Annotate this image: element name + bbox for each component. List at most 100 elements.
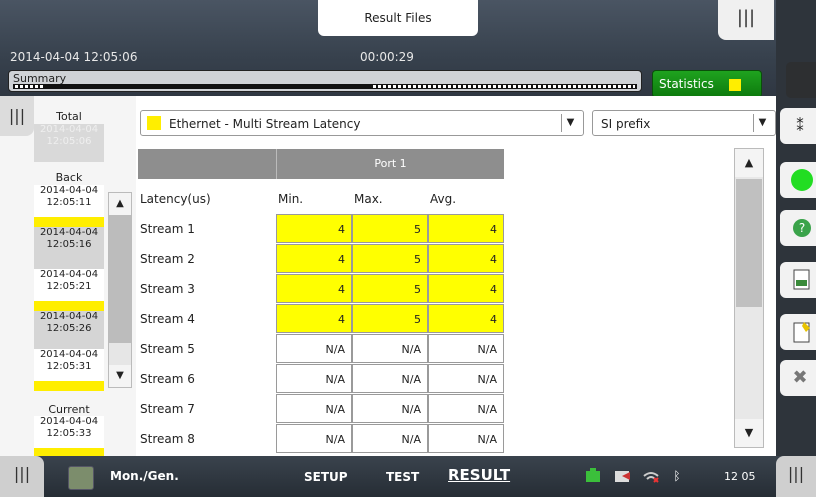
stream-name: Stream 8 bbox=[140, 432, 195, 446]
results-panel: Ethernet - Multi Stream Latency ▼ SI pre… bbox=[136, 96, 776, 456]
entry-date: 2014-04-04 bbox=[39, 269, 99, 280]
total-time-entry[interactable]: 2014-04-04 12:05:06 bbox=[34, 124, 104, 162]
current-date: 2014-04-04 bbox=[39, 416, 99, 427]
current-time: 12:05:33 bbox=[46, 428, 92, 439]
table-row: Stream 4 454 bbox=[138, 304, 728, 334]
report-icon bbox=[793, 269, 810, 290]
scroll-thumb[interactable] bbox=[736, 179, 762, 307]
status-led-icon bbox=[791, 169, 813, 191]
table-row: Stream 8 N/A N/A N/A bbox=[138, 424, 728, 454]
entry-marker bbox=[34, 217, 104, 227]
scroll-down-icon[interactable]: ▼ bbox=[735, 419, 763, 447]
scroll-up-icon[interactable]: ▲ bbox=[735, 149, 763, 177]
statistics-indicator-icon bbox=[729, 79, 741, 91]
back-label: Back bbox=[55, 171, 83, 184]
entry-date: 2014-04-04 bbox=[39, 311, 99, 322]
time-entry[interactable]: 2014-04-04 12:05:11 bbox=[34, 185, 104, 227]
mon-gen-icon[interactable] bbox=[68, 466, 94, 490]
table-row: Stream 3 454 bbox=[138, 274, 728, 304]
time-entry[interactable]: 2014-04-04 12:05:16 bbox=[34, 227, 104, 269]
table-row: Stream 5 N/A N/A N/A bbox=[138, 334, 728, 364]
results-scrollbar[interactable]: ▲ ▼ bbox=[734, 148, 764, 448]
test-type-value: Ethernet - Multi Stream Latency bbox=[169, 117, 361, 131]
cell-min: 4 bbox=[276, 304, 352, 333]
entry-date: 2014-04-04 bbox=[39, 227, 99, 238]
total-time: 12:05:06 bbox=[46, 136, 92, 147]
chevron-down-icon: ▼ bbox=[561, 114, 579, 132]
left-panel-grip-icon[interactable]: ||| bbox=[0, 96, 34, 136]
cell-avg: N/A bbox=[428, 424, 504, 453]
table-row: Stream 7 N/A N/A N/A bbox=[138, 394, 728, 424]
mon-gen-label[interactable]: Mon./Gen. bbox=[110, 469, 179, 483]
current-datetime: 2014-04-04 12:05:06 bbox=[10, 50, 138, 64]
panel-tab[interactable] bbox=[786, 62, 816, 98]
cell-avg: 4 bbox=[428, 244, 504, 273]
status-led-button[interactable] bbox=[780, 162, 816, 198]
stream-name: Stream 5 bbox=[140, 342, 195, 356]
cell-min: 4 bbox=[276, 244, 352, 273]
column-header-min: Min. bbox=[278, 192, 304, 206]
time-panel: ||| Total 2014-04-04 12:05:06 Back 2014-… bbox=[0, 96, 136, 456]
top-header: Result Files ||| 2014-04-04 12:05:06 00:… bbox=[0, 0, 776, 98]
total-date: 2014-04-04 bbox=[39, 124, 99, 135]
port-label: Port 1 bbox=[276, 149, 504, 179]
scroll-down-icon[interactable]: ▼ bbox=[109, 365, 131, 387]
prefix-select[interactable]: SI prefix ▼ bbox=[592, 110, 776, 136]
edit-report-icon bbox=[793, 322, 810, 343]
entry-marker bbox=[34, 381, 104, 391]
usb-icon bbox=[614, 468, 632, 484]
cell-avg: 4 bbox=[428, 304, 504, 333]
cell-max: 5 bbox=[352, 244, 428, 273]
summary-progress bbox=[13, 84, 637, 89]
nav-test[interactable]: TEST bbox=[386, 470, 419, 484]
help-button[interactable]: ? bbox=[780, 210, 816, 246]
traffic-light-button[interactable]: ⁑ bbox=[780, 108, 816, 144]
clock: 12 05 bbox=[724, 470, 756, 483]
cell-min: N/A bbox=[276, 424, 352, 453]
nav-result[interactable]: RESULT bbox=[448, 466, 510, 484]
cell-max: N/A bbox=[352, 334, 428, 363]
column-header-max: Max. bbox=[354, 192, 383, 206]
bottom-right-grip-icon[interactable]: ||| bbox=[776, 456, 816, 497]
summary-bar[interactable]: Summary bbox=[8, 70, 642, 92]
cell-max: N/A bbox=[352, 394, 428, 423]
cell-min: 4 bbox=[276, 214, 352, 243]
statistics-label: Statistics bbox=[659, 77, 714, 91]
time-entry[interactable]: 2014-04-04 12:05:21 bbox=[34, 269, 104, 311]
close-icon: ✖ bbox=[792, 367, 808, 388]
stream-name: Stream 3 bbox=[140, 282, 195, 296]
right-tool-panel: ⁑ ? ✖ bbox=[776, 0, 816, 456]
cell-avg: N/A bbox=[428, 334, 504, 363]
stream-name: Stream 6 bbox=[140, 372, 195, 386]
report-button[interactable] bbox=[780, 262, 816, 298]
test-type-select[interactable]: Ethernet - Multi Stream Latency ▼ bbox=[140, 110, 584, 136]
nav-setup[interactable]: SETUP bbox=[304, 470, 348, 484]
entry-marker bbox=[34, 448, 104, 456]
current-time-entry[interactable]: 2014-04-04 12:05:33 bbox=[34, 416, 104, 456]
time-list-scrollbar[interactable]: ▲ ▼ bbox=[108, 192, 132, 388]
elapsed-time: 00:00:29 bbox=[360, 50, 414, 64]
test-indicator-icon bbox=[147, 116, 161, 130]
cell-avg: N/A bbox=[428, 364, 504, 393]
table-row: Stream 6 N/A N/A N/A bbox=[138, 364, 728, 394]
scroll-up-icon[interactable]: ▲ bbox=[109, 193, 131, 215]
cell-max: 5 bbox=[352, 214, 428, 243]
result-files-tab[interactable]: Result Files bbox=[318, 0, 478, 36]
bluetooth-icon: ᛒ bbox=[673, 469, 681, 483]
column-header-avg: Avg. bbox=[430, 192, 457, 206]
cell-min: N/A bbox=[276, 364, 352, 393]
statistics-button[interactable]: Statistics bbox=[652, 70, 762, 98]
cell-max: 5 bbox=[352, 274, 428, 303]
current-label: Current bbox=[48, 403, 90, 416]
traffic-light-icon: ⁑ bbox=[796, 117, 804, 135]
cell-avg: N/A bbox=[428, 394, 504, 423]
entry-time: 12:05:31 bbox=[46, 361, 92, 372]
top-menu-grip-icon[interactable]: ||| bbox=[718, 0, 774, 40]
time-entry[interactable]: 2014-04-04 12:05:31 bbox=[34, 349, 104, 391]
scroll-thumb[interactable] bbox=[109, 215, 131, 343]
bottom-left-grip-icon[interactable]: ||| bbox=[0, 456, 44, 497]
edit-report-button[interactable] bbox=[780, 314, 816, 350]
cell-max: N/A bbox=[352, 364, 428, 393]
time-entry[interactable]: 2014-04-04 12:05:26 bbox=[34, 311, 104, 353]
close-button[interactable]: ✖ bbox=[780, 360, 816, 396]
